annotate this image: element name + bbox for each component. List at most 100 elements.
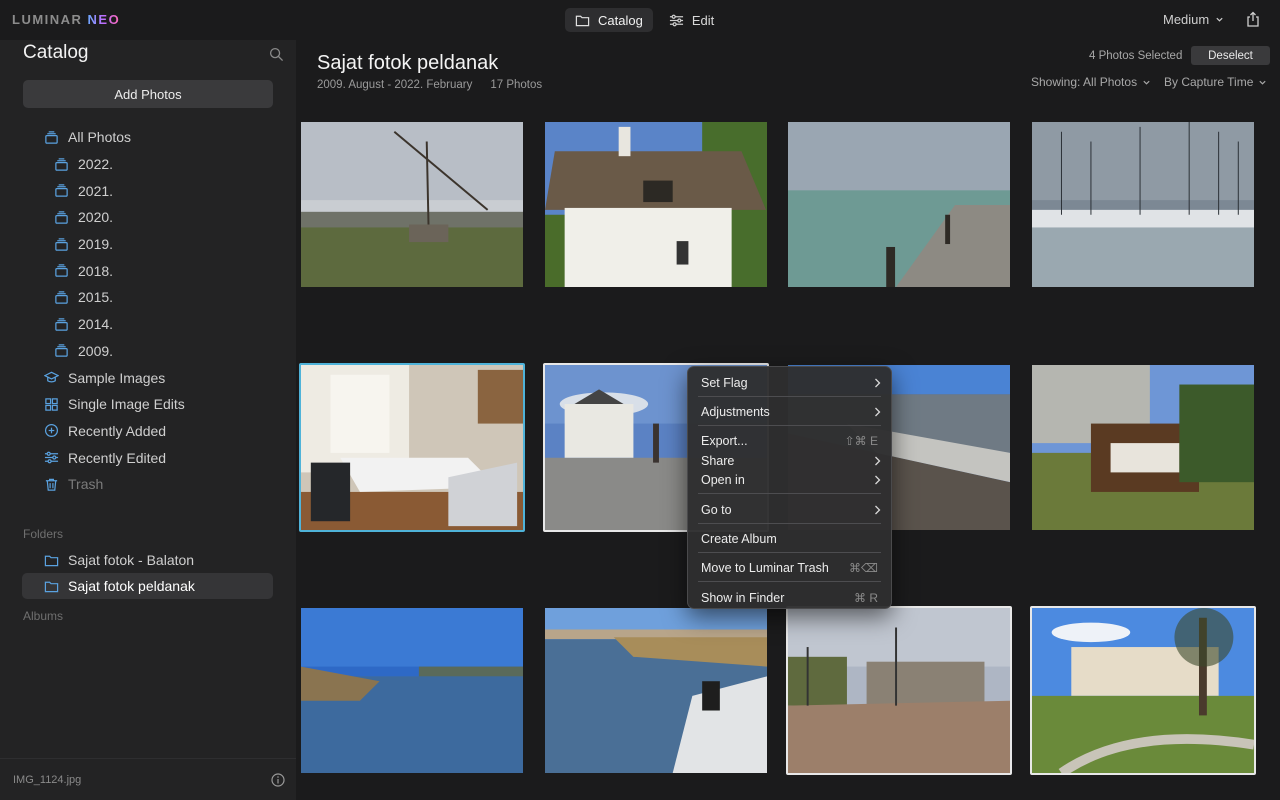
sidebar-item-label: 2021. <box>78 182 114 199</box>
sidebar-item-recently-added[interactable]: Recently Added <box>0 418 296 445</box>
photo-image <box>301 122 523 287</box>
thumbnail-size-select[interactable]: Medium <box>1163 12 1224 27</box>
sidebar-item-2021[interactable]: 2021. <box>0 177 296 204</box>
photo-thumbnail-thatched-cottage[interactable] <box>543 120 769 289</box>
folder-item-peldanak[interactable]: Sajat fotok peldanak <box>22 573 273 599</box>
menu-separator <box>698 425 881 426</box>
photo-thumbnail-well-sweep-landscape[interactable] <box>299 120 525 289</box>
sort-select[interactable]: By Capture Time <box>1164 75 1267 89</box>
sidebar-footer: IMG_1124.jpg <box>0 758 296 800</box>
photo-image <box>1032 365 1254 530</box>
photo-thumbnail-lake-pier[interactable] <box>786 120 1012 289</box>
sidebar-item-trash[interactable]: Trash <box>0 471 296 498</box>
menu-item-move-to-luminar-trash[interactable]: Move to Luminar Trash ⌘⌫ <box>701 559 881 577</box>
selected-count: 4 Photos Selected <box>1089 50 1183 62</box>
menu-separator <box>698 523 881 524</box>
sidebar-item-2020[interactable]: 2020. <box>0 204 296 231</box>
photo-image <box>301 365 523 530</box>
chevron-right-icon <box>875 505 881 515</box>
sidebar-item-2019[interactable]: 2019. <box>0 231 296 258</box>
menu-item-share[interactable]: Share <box>701 452 881 470</box>
folder-label: Sajat fotok - Balaton <box>68 552 195 568</box>
menu-item-shortcut: ⇧⌘ E <box>844 434 878 448</box>
folder-item-balaton[interactable]: Sajat fotok - Balaton <box>22 547 273 573</box>
sidebar-item-label: Trash <box>68 476 104 493</box>
chevron-right-icon <box>875 456 881 466</box>
stack-icon <box>55 291 68 304</box>
photo-image <box>301 608 523 773</box>
sidebar-item-label: Single Image Edits <box>68 396 185 413</box>
sidebar-item-label: All Photos <box>68 129 132 146</box>
top-bar: LUMINAR NEO Catalog Edit Medium <box>0 0 1280 40</box>
menu-item-set-flag[interactable]: Set Flag <box>701 374 881 392</box>
stack-icon <box>55 184 68 197</box>
tab-catalog-label: Catalog <box>598 12 643 28</box>
search-icon[interactable] <box>269 47 284 62</box>
tab-catalog[interactable]: Catalog <box>565 8 653 32</box>
folder-icon <box>575 15 590 26</box>
photo-thumbnail-marina-sailboats[interactable] <box>1030 120 1256 289</box>
sidebar-item-label: 2019. <box>78 236 114 253</box>
photo-image <box>1032 608 1254 773</box>
share-icon[interactable] <box>1245 11 1261 28</box>
photo-thumbnail-shore-photographer[interactable] <box>543 606 769 775</box>
stack-icon <box>55 317 68 331</box>
menu-item-create-album[interactable]: Create Album <box>701 530 881 548</box>
deselect-button[interactable]: Deselect <box>1191 46 1270 65</box>
sidebar-item-sample-images[interactable]: Sample Images <box>0 364 296 391</box>
menu-item-go-to[interactable]: Go to <box>701 501 881 519</box>
date-range: 2009. August - 2022. February <box>317 79 473 91</box>
photo-thumbnail-office-interior[interactable] <box>299 363 525 532</box>
menu-item-open-in[interactable]: Open in <box>701 471 881 489</box>
chevron-down-icon <box>1216 17 1223 22</box>
photo-thumbnail-wooden-press[interactable] <box>1030 363 1256 532</box>
chevron-right-icon <box>875 378 881 388</box>
menu-item-export[interactable]: Export... ⇧⌘ E <box>701 432 881 450</box>
menu-item-label: Adjustments <box>701 405 770 419</box>
folder-icon <box>44 581 59 592</box>
info-icon[interactable] <box>271 773 285 787</box>
menu-item-label: Share <box>701 454 735 468</box>
menu-item-label: Create Album <box>701 532 777 546</box>
stack-icon <box>55 211 68 224</box>
menu-separator <box>698 552 881 553</box>
sidebar-item-label: Recently Edited <box>68 449 167 466</box>
stack-icon <box>55 237 68 251</box>
sidebar-item-label: 2020. <box>78 209 114 226</box>
tab-edit[interactable]: Edit <box>659 8 724 32</box>
chevron-right-icon <box>875 475 881 485</box>
menu-item-label: Set Flag <box>701 376 748 390</box>
menu-separator <box>698 396 881 397</box>
sidebar-item-label: 2018. <box>78 262 114 279</box>
photo-thumbnail-park-building[interactable] <box>1030 606 1256 775</box>
photo-thumbnail-lake-reeds[interactable] <box>299 606 525 775</box>
sidebar-item-all-photos[interactable]: All Photos <box>0 124 296 151</box>
sidebar-item-single-image-edits[interactable]: Single Image Edits <box>0 391 296 418</box>
menu-item-label: Go to <box>701 503 732 517</box>
folders-list: Sajat fotok - Balaton Sajat fotok peldan… <box>0 547 296 599</box>
sidebar-item-label: 2015. <box>78 289 114 306</box>
trash-icon <box>45 478 58 491</box>
menu-item-adjustments[interactable]: Adjustments <box>701 403 881 421</box>
sort-select-label: By Capture Time <box>1164 75 1254 89</box>
sidebar-item-recently-edited[interactable]: Recently Edited <box>0 444 296 471</box>
menu-item-show-in-finder[interactable]: Show in Finder ⌘ R <box>701 589 881 607</box>
sidebar-item-2015[interactable]: 2015. <box>0 284 296 311</box>
sidebar: Catalog Add Photos All Photos 2022. 2021. 2… <box>0 40 296 800</box>
showing-filter[interactable]: Showing: All Photos <box>1031 75 1151 89</box>
app-logo: LUMINAR NEO <box>12 12 121 27</box>
sidebar-item-2009[interactable]: 2009. <box>0 338 296 365</box>
add-photos-button[interactable]: Add Photos <box>23 80 273 108</box>
plus-circle-icon <box>44 424 59 438</box>
menu-item-shortcut: ⌘⌫ <box>849 561 878 575</box>
photo-image <box>788 608 1010 773</box>
albums-section-label: Albums <box>23 609 64 623</box>
photo-image <box>1032 122 1254 287</box>
sidebar-item-2022[interactable]: 2022. <box>0 151 296 178</box>
menu-item-shortcut: ⌘ R <box>854 591 878 605</box>
sidebar-item-2014[interactable]: 2014. <box>0 311 296 338</box>
sidebar-item-2018[interactable]: 2018. <box>0 257 296 284</box>
folder-label: Sajat fotok peldanak <box>68 578 195 594</box>
photo-thumbnail-construction-street[interactable] <box>786 606 1012 775</box>
sidebar-title: Catalog <box>23 42 89 63</box>
